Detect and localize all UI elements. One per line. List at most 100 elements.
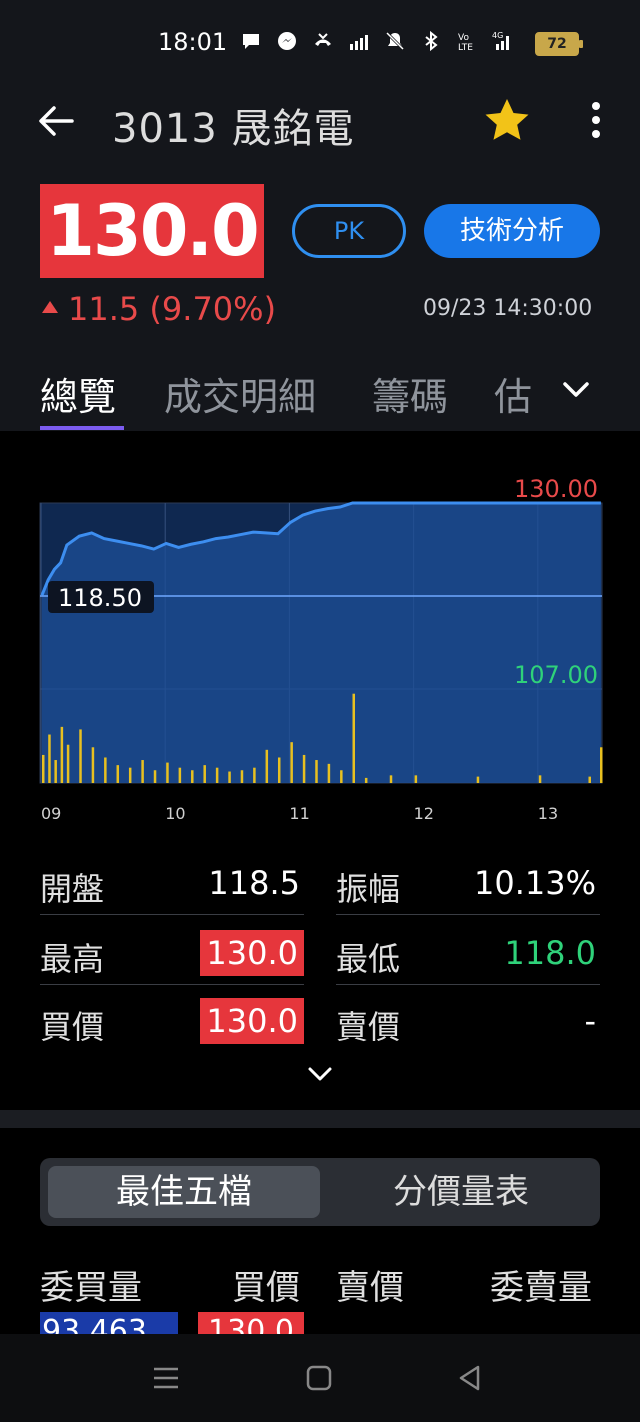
price-change: 11.5 (9.70%) xyxy=(42,290,276,328)
stat-label-open: 開盤 xyxy=(40,870,105,908)
volume-bar xyxy=(352,693,355,783)
volume-bar xyxy=(253,767,256,783)
chevron-down-icon[interactable] xyxy=(560,376,592,404)
mute-icon xyxy=(385,31,405,51)
x-axis-ticks: 09 10 11 12 13 xyxy=(41,804,558,823)
volume-bar xyxy=(128,767,132,783)
volume-bar xyxy=(203,765,206,783)
recent-apps-icon[interactable] xyxy=(152,1364,180,1392)
volume-bar xyxy=(48,734,51,783)
stat-value-bid: 130.0 xyxy=(200,998,304,1044)
orderbook-header-ask-price: 賣價 xyxy=(336,1268,404,1308)
tab-trade-details[interactable]: 成交明細 xyxy=(164,366,316,421)
volume-bar xyxy=(66,744,70,783)
volume-bar xyxy=(588,776,591,783)
volume-bar xyxy=(538,775,542,783)
volume-bar xyxy=(91,747,95,783)
bluetooth-icon xyxy=(425,30,438,52)
battery-icon: 72 xyxy=(535,32,583,56)
stat-value-amplitude: 10.13% xyxy=(473,864,596,902)
4g-signal-icon: 4G xyxy=(492,31,509,50)
status-time: 18:01 xyxy=(158,28,228,56)
x-tick-label: 10 xyxy=(165,804,185,823)
volume-bar xyxy=(215,767,219,783)
volume-bar xyxy=(302,754,306,783)
stat-label-high: 最高 xyxy=(40,940,105,978)
tab-valuation[interactable]: 估 xyxy=(494,366,532,421)
volume-bar xyxy=(389,775,393,783)
signal-bars-icon xyxy=(350,35,368,50)
volume-bar xyxy=(42,754,45,783)
more-options-icon[interactable] xyxy=(586,100,606,140)
tab-overview[interactable]: 總覽 xyxy=(40,366,116,421)
technical-analysis-button[interactable]: 技術分析 xyxy=(424,204,600,258)
price-change-value: 11.5 (9.70%) xyxy=(68,290,277,328)
segment-price-volume[interactable]: 分價量表 xyxy=(330,1166,592,1218)
volume-bar xyxy=(265,749,269,783)
system-navigation-bar xyxy=(0,1334,640,1422)
home-icon[interactable] xyxy=(305,1364,333,1392)
chart-low-label: 107.00 xyxy=(514,661,598,689)
x-tick-label: 09 xyxy=(41,804,61,823)
volume-bar xyxy=(191,770,194,783)
volume-bar xyxy=(116,765,120,783)
tab-chips[interactable]: 籌碼 xyxy=(372,366,448,421)
volte-icon: VoLTE xyxy=(458,33,473,52)
volume-bar xyxy=(178,767,182,783)
orderbook-header-ask-volume: 委賣量 xyxy=(490,1268,592,1308)
orderbook-header-bid-volume: 委買量 xyxy=(40,1268,142,1308)
stat-value-low: 118.0 xyxy=(504,934,596,972)
chat-bubble-icon xyxy=(243,34,259,49)
active-tab-indicator xyxy=(40,426,124,430)
volume-bar xyxy=(166,762,169,783)
orderbook-ask-volume: - xyxy=(580,1322,589,1334)
volume-bar xyxy=(153,770,157,783)
quote-timestamp: 09/23 14:30:00 xyxy=(423,296,593,321)
missed-call-icon xyxy=(315,33,331,46)
stat-divider xyxy=(40,914,304,915)
stat-divider xyxy=(40,984,304,985)
orderbook-header-bid-price: 買價 xyxy=(232,1268,300,1308)
stat-label-amplitude: 振幅 xyxy=(336,870,401,908)
price-area-fill xyxy=(42,503,601,783)
status-icons: Vo LTE 4G xyxy=(240,30,514,52)
stat-value-high: 130.0 xyxy=(200,930,304,976)
section-separator xyxy=(0,1110,640,1128)
back-arrow-icon[interactable] xyxy=(36,104,76,138)
stock-title: 3013 晟銘電 xyxy=(112,106,355,152)
stat-label-low: 最低 xyxy=(336,940,401,978)
x-tick-label: 11 xyxy=(289,804,309,823)
chart-high-label: 130.00 xyxy=(514,475,598,503)
volume-bar xyxy=(277,757,281,783)
pk-button[interactable]: PK xyxy=(292,204,406,258)
volume-bar xyxy=(315,760,318,783)
volume-bar xyxy=(340,770,343,783)
svg-text:LTE: LTE xyxy=(458,43,473,52)
volume-bar xyxy=(364,777,368,783)
orderbook-bid-volume: 93,463 xyxy=(40,1312,178,1334)
current-price: 130.0 xyxy=(40,184,264,278)
volume-bar xyxy=(54,760,57,783)
volume-bar xyxy=(327,763,331,783)
volume-bar xyxy=(600,747,603,783)
expand-chevron-icon[interactable] xyxy=(306,1064,334,1084)
volume-bar xyxy=(60,726,64,783)
volume-bar xyxy=(240,770,244,783)
stat-value-ask: - xyxy=(584,1002,596,1040)
x-tick-label: 12 xyxy=(414,804,434,823)
volume-bar xyxy=(228,771,231,783)
stat-divider xyxy=(336,984,600,985)
messenger-icon xyxy=(278,32,296,50)
volume-bar xyxy=(104,757,107,783)
favorite-star-icon[interactable] xyxy=(482,96,532,146)
up-triangle-icon xyxy=(42,301,58,313)
volume-bar xyxy=(290,742,293,783)
back-triangle-icon[interactable] xyxy=(456,1364,484,1392)
stat-divider xyxy=(336,914,600,915)
reference-price-label: 118.50 xyxy=(58,584,142,612)
orderbook-row: 93,463 130.0 - xyxy=(0,1312,640,1334)
orderbook-bid-price: 130.0 xyxy=(198,1312,304,1334)
segment-best-five[interactable]: 最佳五檔 xyxy=(48,1166,320,1218)
intraday-chart[interactable]: 118.50 130.00 107.00 09 10 11 12 13 xyxy=(0,431,640,831)
volume-bar xyxy=(141,760,144,783)
